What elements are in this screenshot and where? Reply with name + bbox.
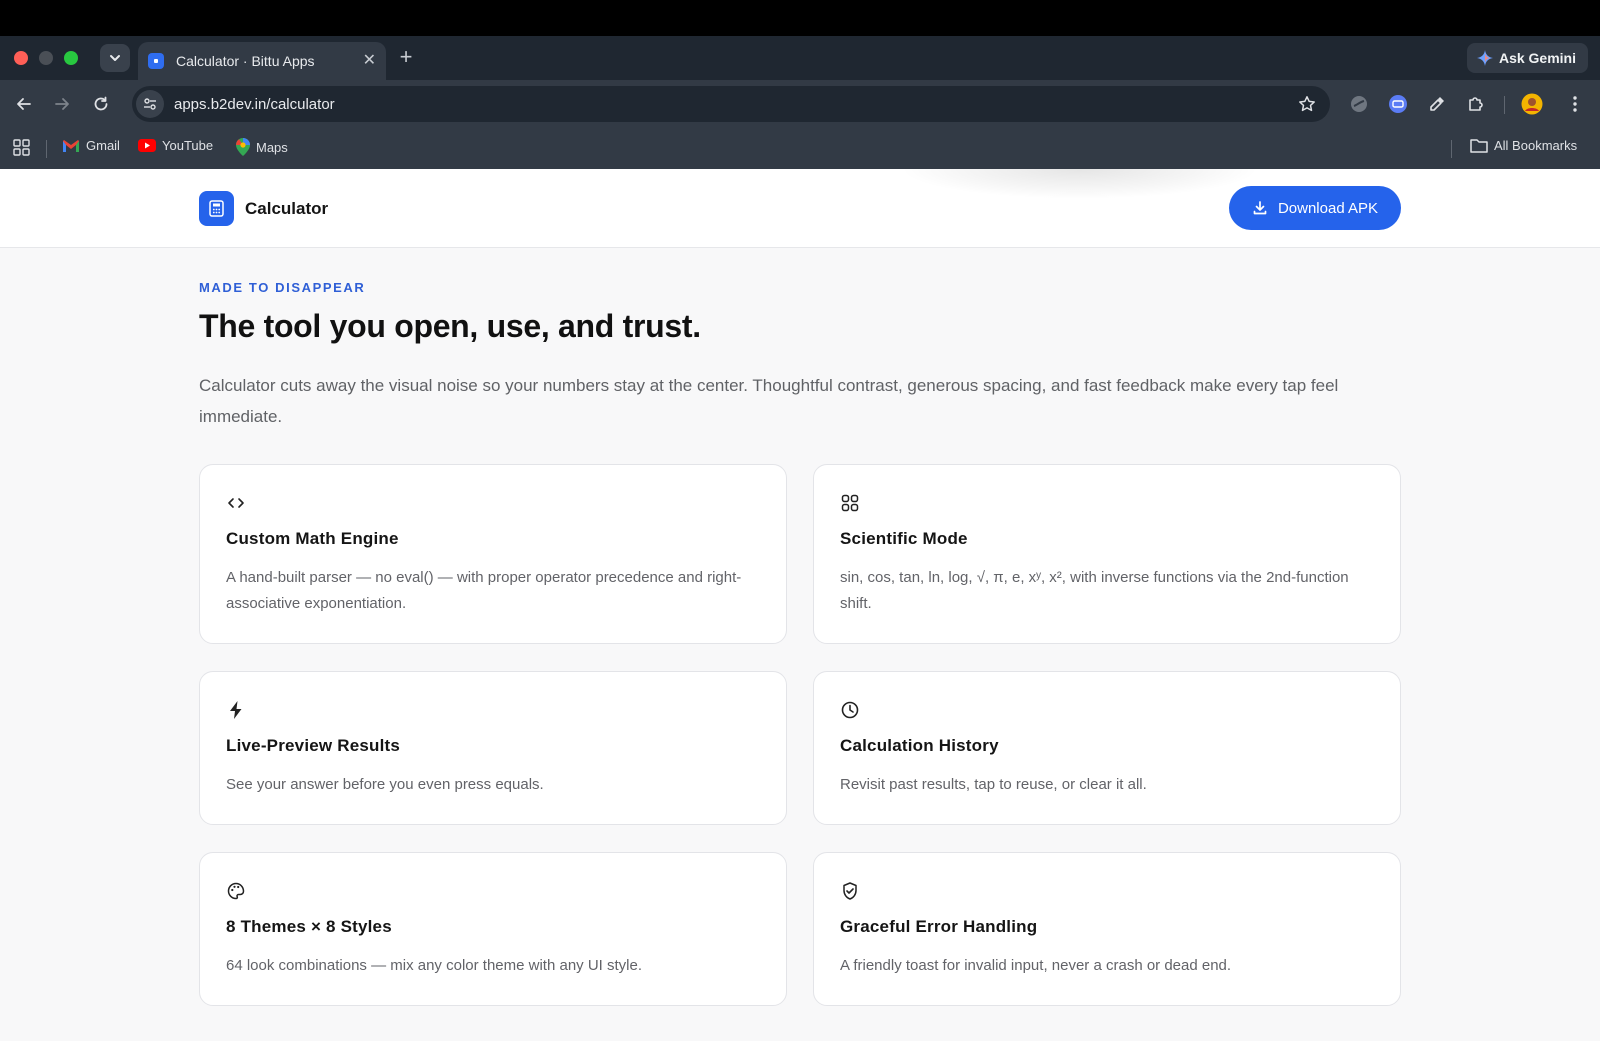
bolt-icon [226,700,246,720]
feature-title: 8 Themes × 8 Styles [226,917,392,936]
ask-gemini-button[interactable]: Ask Gemini [1466,43,1588,73]
close-tab-icon[interactable]: ✕ [363,53,376,69]
feature-title: Custom Math Engine [226,529,399,548]
extension-button[interactable] [1386,92,1410,116]
feature-description: A friendly toast for invalid input, neve… [840,957,1232,974]
top-black-bar [0,0,1600,36]
feature-description: 64 look combinations — mix any color the… [226,957,643,974]
feature-description: sin, cos, tan, ln, log, √, π, e, xʸ, x²,… [840,569,1349,612]
feature-description: See your answer before you even press eq… [226,776,544,793]
browser-tab-active[interactable]: Calculator · Bittu Apps ✕ [138,42,386,80]
download-icon [1253,201,1267,215]
blocked-extension-icon [1351,96,1367,112]
bookmark-maps[interactable]: Maps [236,138,288,156]
bookmark-label: YouTube [162,138,214,153]
feature-description: A hand-built parser — no eval() — with p… [226,569,742,612]
toolbar-separator [1504,96,1505,114]
browser-menu-button[interactable] [1563,92,1587,116]
close-window-button[interactable] [14,51,28,65]
avatar-icon [1521,93,1543,115]
hero-lead: Calculator cuts away the visual noise so… [199,376,1339,426]
bookmark-star-button[interactable] [1298,95,1316,113]
ask-gemini-label: Ask Gemini [1498,50,1576,66]
download-apk-button[interactable]: Download APK [1229,186,1401,230]
apps-grid-button[interactable] [13,139,36,156]
chevron-down-icon [110,55,120,61]
eyedropper-icon [1430,97,1444,111]
feature-card: 8 Themes × 8 Styles 64 look combinations… [199,852,787,1006]
url-text[interactable]: apps.b2dev.in/calculator [174,96,1298,113]
minimize-window-button[interactable] [39,51,53,65]
download-apk-label: Download APK [1277,199,1379,217]
extension-button[interactable] [1425,92,1449,116]
hero-headline: The tool you open, use, and trust. [199,308,701,344]
feature-title: Graceful Error Handling [840,917,1038,936]
extensions-menu-button[interactable] [1464,92,1488,116]
maps-pin-icon [236,138,250,156]
bookmarks-separator [46,140,47,158]
brand-name: Calculator [245,198,329,218]
bookmark-gmail[interactable]: Gmail [62,138,120,153]
feature-title: Calculation History [840,736,999,755]
feature-card: Graceful Error Handling A friendly toast… [813,852,1401,1006]
feature-description: Revisit past results, tap to reuse, or c… [840,776,1147,793]
youtube-icon [138,139,156,152]
grid-icon [840,493,860,513]
bookmark-label: Gmail [86,138,120,153]
gmail-icon [63,139,79,152]
bookmark-youtube[interactable]: YouTube [138,138,213,153]
brand-link[interactable]: Calculator [199,191,328,226]
calculator-logo-icon [199,191,234,226]
puzzle-icon [1469,97,1483,111]
bookmark-label: Maps [256,139,288,155]
feature-card: Live-Preview Results See your answer bef… [199,671,787,825]
hero-eyebrow: MADE TO DISAPPEAR [199,280,366,295]
folder-icon [1470,139,1488,153]
feature-card: Custom Math Engine A hand-built parser —… [199,464,787,644]
clock-icon [840,700,860,720]
arrow-left-icon [17,98,31,110]
code-icon [226,493,246,513]
page-content: Calculator Download APK MADE TO DISAPPEA… [0,169,1600,1041]
browser-toolbar: apps.b2dev.in/calculator [0,80,1600,128]
calculator-favicon-icon [148,53,164,69]
apps-grid-icon [13,139,30,156]
gemini-sparkle-icon [1476,50,1493,66]
all-bookmarks-label: All Bookmarks [1494,138,1578,153]
feature-card: Scientific Mode sin, cos, tan, ln, log, … [813,464,1401,644]
bookmarks-separator [1451,140,1452,158]
tab-search-button[interactable] [100,44,130,72]
arrow-right-icon [55,98,69,110]
reload-button[interactable] [89,92,113,116]
feature-title: Live-Preview Results [226,736,401,755]
palette-icon [226,881,246,901]
site-header: Calculator Download APK [0,169,1600,248]
tab-title: Calculator · Bittu Apps [176,53,315,69]
blue-extension-icon [1389,95,1407,113]
bookmarks-bar: Gmail YouTube Maps All Bookmarks [0,128,1600,169]
decorative-shadow [900,169,1260,199]
address-bar[interactable]: apps.b2dev.in/calculator [132,86,1330,122]
maximize-window-button[interactable] [64,51,78,65]
shield-check-icon [840,881,860,901]
tune-icon [144,98,156,110]
profile-avatar-button[interactable] [1520,92,1544,116]
feature-title: Scientific Mode [840,529,968,548]
back-button[interactable] [12,92,36,116]
new-tab-button[interactable]: + [394,46,418,70]
all-bookmarks-button[interactable]: All Bookmarks [1470,138,1577,153]
forward-button[interactable] [50,92,74,116]
extension-button[interactable] [1347,92,1371,116]
more-vertical-icon [1573,96,1577,112]
reload-icon [94,96,108,111]
feature-card: Calculation History Revisit past results… [813,671,1401,825]
site-info-button[interactable] [136,90,164,118]
browser-tab-strip: Calculator · Bittu Apps ✕ + Ask Gemini [0,36,1600,80]
star-icon [1299,96,1315,112]
